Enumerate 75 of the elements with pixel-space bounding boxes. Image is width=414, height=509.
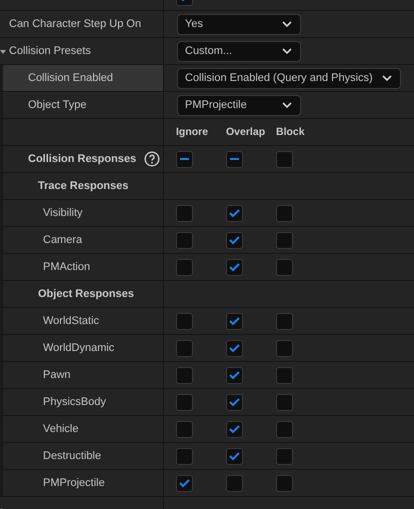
checkbox[interactable] [176, 150, 193, 168]
property-label: Object Type [28, 99, 86, 111]
chevron-icon [382, 75, 392, 81]
column-header: Ignore [176, 126, 208, 138]
checkbox[interactable] [176, 394, 193, 410]
checkbox[interactable] [226, 150, 243, 168]
checkbox[interactable] [276, 366, 293, 384]
property-label: WorldStatic [43, 315, 100, 327]
checkbox[interactable] [176, 420, 193, 438]
check-icon [229, 398, 240, 406]
property-label: Collision Responses [28, 153, 136, 165]
checkbox[interactable] [176, 258, 193, 276]
section-label: Trace Responses [38, 180, 128, 192]
checkbox[interactable] [226, 204, 243, 222]
column-header: Overlap [226, 126, 266, 138]
expander-icon[interactable] [0, 49, 6, 55]
dropdown[interactable]: Collision Enabled (Query and Physics) [177, 68, 401, 88]
check-icon [229, 344, 240, 352]
property-label: PMAction [43, 261, 90, 273]
checkbox[interactable] [276, 420, 293, 438]
checkbox[interactable] [276, 340, 293, 356]
checkbox[interactable] [276, 204, 293, 222]
checkbox[interactable] [226, 312, 243, 330]
checkbox[interactable] [176, 448, 193, 464]
checkbox[interactable] [276, 232, 293, 248]
check-icon [229, 262, 240, 272]
checkbox[interactable] [176, 312, 193, 330]
property-label: Visibility [43, 207, 83, 219]
checkbox[interactable] [276, 258, 293, 276]
property-label: PhysicsBody [43, 396, 106, 408]
checkbox[interactable] [226, 258, 243, 276]
property-label: Camera [43, 234, 82, 246]
chevron-icon [282, 48, 292, 54]
checkbox[interactable] [276, 474, 293, 492]
check-icon [229, 236, 240, 244]
property-label: Pawn [43, 369, 71, 381]
checkbox[interactable] [226, 232, 243, 248]
property-label: PMProjectile [43, 477, 105, 489]
dash-icon [180, 158, 189, 160]
checkbox[interactable] [276, 394, 293, 410]
checkbox[interactable] [176, 204, 193, 222]
dropdown[interactable]: Custom... [177, 40, 301, 62]
checkbox[interactable] [226, 394, 243, 410]
checkbox[interactable] [276, 150, 293, 168]
checkbox[interactable] [176, 232, 193, 248]
checkbox[interactable] [276, 312, 293, 330]
property-label: Collision Presets [9, 45, 91, 57]
checkbox[interactable] [226, 420, 243, 438]
checkbox[interactable] [226, 448, 243, 464]
check-icon [229, 424, 240, 434]
property-label: WorldDynamic [43, 342, 114, 354]
chevron-icon [282, 21, 292, 27]
checkbox[interactable] [176, 366, 193, 384]
section-label: Object Responses [38, 288, 134, 300]
column-header: Block [276, 126, 305, 138]
check-icon [229, 370, 240, 380]
property-label: Vehicle [43, 423, 78, 435]
checkbox[interactable] [276, 448, 293, 464]
dropdown[interactable]: Yes [177, 14, 301, 34]
property-label: Collision Enabled [28, 72, 113, 84]
property-label: Can Character Step Up On [9, 18, 142, 30]
checkbox[interactable] [226, 366, 243, 384]
checkbox[interactable] [226, 340, 243, 356]
checkbox[interactable] [226, 474, 243, 492]
check-icon [179, 478, 190, 488]
chevron-icon [282, 102, 292, 108]
property-label: Destructible [43, 450, 102, 462]
check-icon [229, 452, 240, 460]
checkbox[interactable] [176, 474, 193, 492]
dash-icon [230, 158, 239, 160]
checkbox[interactable] [176, 340, 193, 356]
check-icon [229, 208, 240, 218]
help-icon[interactable] [144, 151, 160, 167]
check-icon [229, 316, 240, 326]
dropdown[interactable]: PMProjectile [177, 94, 301, 116]
